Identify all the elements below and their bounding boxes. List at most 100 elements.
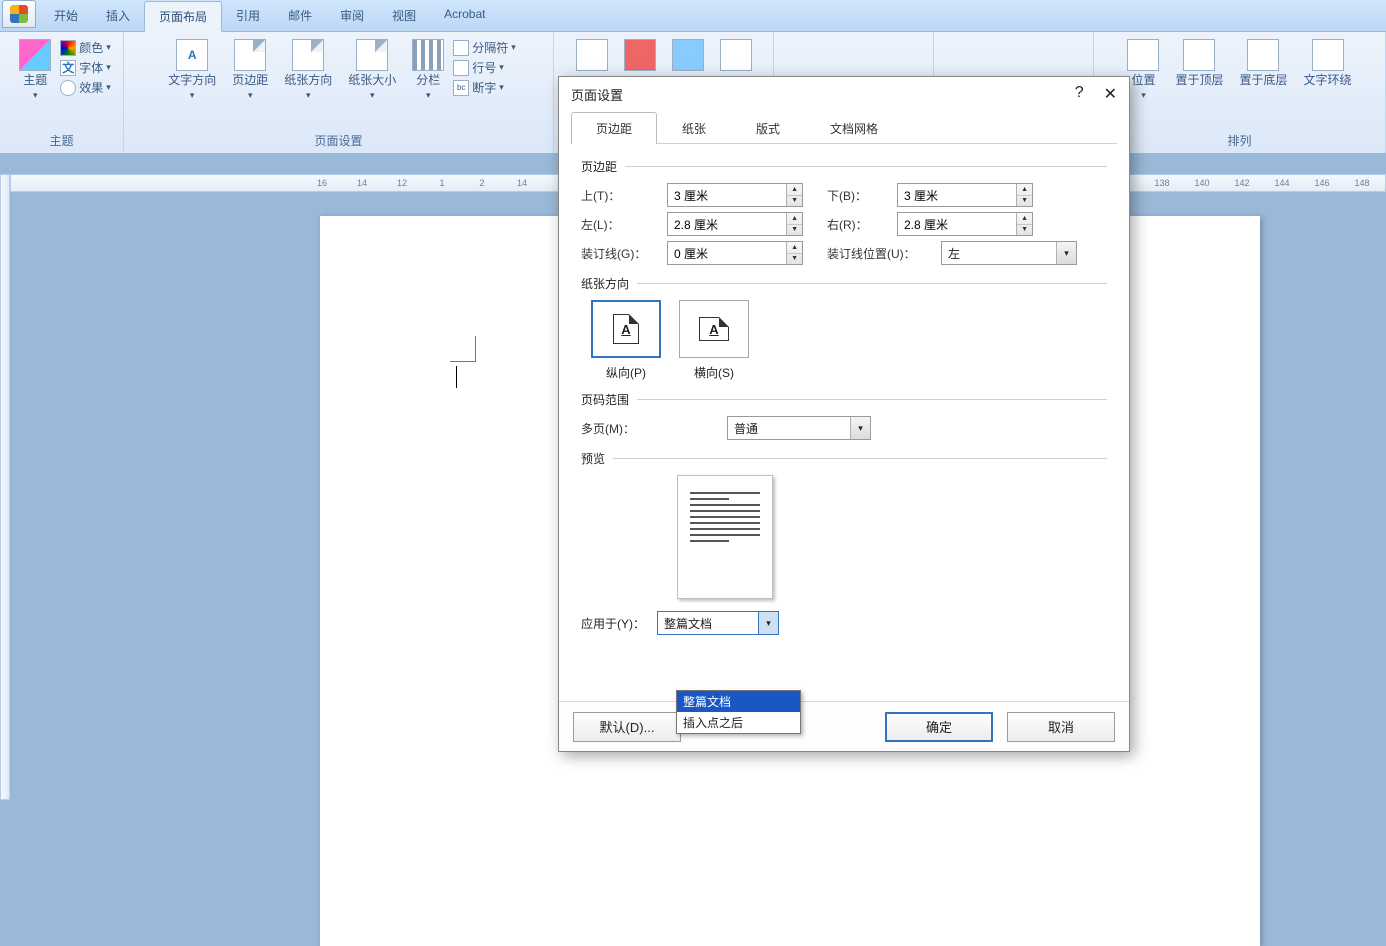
margin-corner-icon [450, 336, 476, 362]
page-bg-button[interactable] [713, 36, 759, 74]
text-direction-button[interactable]: A文字方向▾ [161, 36, 223, 105]
columns-icon [412, 39, 444, 71]
dialog-tabs: 页边距 纸张 版式 文档网格 [571, 111, 1117, 144]
margin-top-label: 上(T)： [581, 187, 657, 204]
spinner-arrows[interactable]: ▲▼ [786, 184, 802, 206]
office-logo-icon [10, 5, 28, 23]
theme-colors-button[interactable]: 颜色▾ [60, 38, 111, 57]
tab-home[interactable]: 开始 [40, 1, 92, 31]
group-theme: 主题▾ 颜色▾ 文字体▾ 效果▾ 主题 [0, 32, 124, 153]
apply-option-after-cursor[interactable]: 插入点之后 [677, 712, 800, 733]
hyphenation-button[interactable]: bc断字▾ [453, 78, 516, 97]
margin-bottom-label: 下(B)： [827, 187, 887, 204]
breaks-icon [453, 40, 469, 56]
columns-button[interactable]: 分栏▾ [405, 36, 451, 105]
gutter-pos-combo[interactable]: 左▾ [941, 241, 1077, 265]
apply-to-label: 应用于(Y)： [581, 615, 645, 632]
margin-left-label: 左(L)： [581, 216, 657, 233]
text-direction-icon: A [176, 39, 208, 71]
dlg-tab-paper[interactable]: 纸张 [657, 112, 731, 144]
gutter-pos-label: 装订线位置(U)： [827, 245, 931, 262]
size-icon [356, 39, 388, 71]
themes-label: 主题 [23, 73, 47, 87]
effects-icon [60, 80, 76, 96]
line-numbers-icon [453, 60, 469, 76]
dlg-tab-margins[interactable]: 页边距 [571, 112, 657, 144]
tab-view[interactable]: 视图 [378, 1, 430, 31]
text-cursor [456, 366, 457, 388]
ribbon-tabs: 开始 插入 页面布局 引用 邮件 审阅 视图 Acrobat [0, 0, 1386, 32]
cancel-button[interactable]: 取消 [1007, 712, 1115, 742]
portrait-icon: A [613, 314, 639, 344]
spinner-arrows[interactable]: ▲▼ [1016, 184, 1032, 206]
position-icon [1127, 39, 1159, 71]
watermark-button[interactable] [569, 36, 615, 74]
dialog-title: 页面设置 [571, 85, 623, 104]
margin-top-input[interactable]: ▲▼ [667, 183, 803, 207]
orientation-portrait[interactable]: A 纵向(P) [591, 300, 661, 381]
margin-left-input[interactable]: ▲▼ [667, 212, 803, 236]
tab-acrobat[interactable]: Acrobat [430, 1, 499, 31]
gutter-label: 装订线(G)： [581, 245, 657, 262]
page-borders-button[interactable] [665, 36, 711, 74]
text-wrap-icon [1312, 39, 1344, 71]
tab-references[interactable]: 引用 [222, 1, 274, 31]
margin-bottom-input[interactable]: ▲▼ [897, 183, 1033, 207]
dlg-tab-layout[interactable]: 版式 [731, 112, 805, 144]
apply-to-dropdown-list: 整篇文档 插入点之后 [676, 690, 801, 734]
gutter-input[interactable]: ▲▼ [667, 241, 803, 265]
margin-right-input[interactable]: ▲▼ [897, 212, 1033, 236]
margin-right-label: 右(R)： [827, 216, 887, 233]
help-button[interactable]: ? [1075, 84, 1084, 104]
multi-pages-combo[interactable]: 普通▾ [727, 416, 871, 440]
orientation-button[interactable]: 纸张方向▾ [277, 36, 339, 105]
chevron-down-icon[interactable]: ▾ [850, 417, 870, 439]
spinner-arrows[interactable]: ▲▼ [786, 242, 802, 264]
group-arrange: 位置▾ 置于顶层 置于底层 文字环绕 排列 [1094, 32, 1386, 153]
bring-front-button[interactable]: 置于顶层 [1168, 36, 1230, 90]
office-button[interactable] [2, 0, 36, 28]
ok-button[interactable]: 确定 [885, 712, 993, 742]
section-pages-heading: 页码范围 [581, 391, 629, 408]
multi-pages-label: 多页(M)： [581, 420, 657, 437]
page-color-button[interactable] [617, 36, 663, 74]
spinner-arrows[interactable]: ▲▼ [1016, 213, 1032, 235]
close-button[interactable]: ✕ [1104, 84, 1117, 104]
size-button[interactable]: 纸张大小▾ [341, 36, 403, 105]
hyphenation-icon: bc [453, 80, 469, 96]
preview-thumbnail [677, 475, 773, 599]
page-borders-icon [672, 39, 704, 71]
themes-button[interactable]: 主题▾ [12, 36, 58, 105]
send-back-icon [1247, 39, 1279, 71]
dialog-titlebar[interactable]: 页面设置 ? ✕ [559, 77, 1129, 111]
margins-icon [234, 39, 266, 71]
spinner-arrows[interactable]: ▲▼ [786, 213, 802, 235]
theme-effects-button[interactable]: 效果▾ [60, 78, 111, 97]
tab-mailings[interactable]: 邮件 [274, 1, 326, 31]
text-wrap-button[interactable]: 文字环绕 [1297, 36, 1359, 90]
tab-insert[interactable]: 插入 [92, 1, 144, 31]
chevron-down-icon[interactable]: ▾ [758, 612, 778, 634]
page-setup-dialog: 页面设置 ? ✕ 页边距 纸张 版式 文档网格 页边距 上(T)： ▲▼ 下(B… [558, 76, 1130, 752]
apply-option-whole-doc[interactable]: 整篇文档 [677, 691, 800, 712]
line-numbers-button[interactable]: 行号▾ [453, 58, 516, 77]
group-arrange-label: 排列 [1227, 130, 1251, 151]
bring-front-icon [1183, 39, 1215, 71]
orientation-icon [292, 39, 324, 71]
tab-page-layout[interactable]: 页面布局 [144, 1, 222, 32]
vertical-ruler[interactable] [0, 174, 10, 800]
themes-icon [19, 39, 51, 71]
font-icon: 文 [60, 60, 76, 76]
theme-fonts-button[interactable]: 文字体▾ [60, 58, 111, 77]
send-back-button[interactable]: 置于底层 [1232, 36, 1294, 90]
palette-icon [60, 40, 76, 56]
section-preview-heading: 预览 [581, 450, 605, 467]
orientation-landscape[interactable]: A 横向(S) [679, 300, 749, 381]
apply-to-combo[interactable]: 整篇文档▾ [657, 611, 779, 635]
margins-button[interactable]: 页边距▾ [225, 36, 275, 105]
dlg-tab-grid[interactable]: 文档网格 [805, 112, 903, 144]
default-button[interactable]: 默认(D)... [573, 712, 681, 742]
chevron-down-icon[interactable]: ▾ [1056, 242, 1076, 264]
tab-review[interactable]: 审阅 [326, 1, 378, 31]
breaks-button[interactable]: 分隔符▾ [453, 38, 516, 57]
